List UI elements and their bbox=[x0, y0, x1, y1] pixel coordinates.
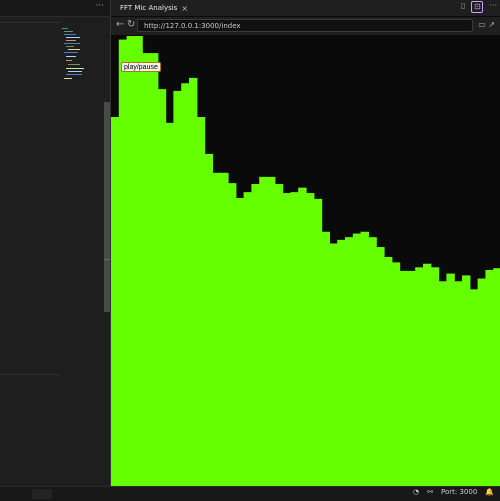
spectrum-bar bbox=[469, 289, 479, 486]
spectrum-bar bbox=[267, 176, 276, 486]
more-actions-icon[interactable]: ··· bbox=[95, 1, 104, 11]
spectrum-bar bbox=[415, 267, 424, 486]
spectrum-bar bbox=[243, 192, 252, 486]
spectrum-bar bbox=[290, 192, 299, 486]
spectrum-bar bbox=[189, 77, 198, 486]
spectrum-bar bbox=[446, 273, 455, 486]
ports-icon: ⚯ bbox=[427, 488, 433, 496]
device-icon[interactable]: ▭ bbox=[478, 20, 486, 29]
editor-header: ··· bbox=[0, 0, 110, 17]
close-icon[interactable]: × bbox=[181, 4, 188, 13]
spectrum-bar bbox=[337, 239, 346, 486]
spectrum-bar bbox=[321, 231, 330, 486]
spectrum-bar bbox=[118, 39, 128, 486]
open-external-icon[interactable]: ↗ bbox=[488, 20, 495, 29]
spectrum-bar bbox=[181, 83, 190, 486]
spectrum-bar bbox=[228, 183, 237, 486]
spectrum-bar bbox=[142, 53, 151, 486]
spectrum-bar bbox=[430, 267, 440, 486]
status-item[interactable] bbox=[32, 489, 52, 499]
spectrum-bar bbox=[150, 53, 159, 486]
tab-title: FFT Mic Analysis bbox=[120, 4, 178, 12]
tab-bar: FFT Mic Analysis × ▯ ⊡ ··· bbox=[111, 0, 500, 16]
more-actions-icon[interactable]: ··· bbox=[489, 1, 497, 13]
spectrum-bar bbox=[220, 172, 229, 486]
refresh-icon[interactable]: ↻ bbox=[127, 19, 135, 30]
divider bbox=[0, 22, 60, 23]
play-pause-button[interactable]: play/pause bbox=[121, 62, 161, 72]
status-bar: ◔ ⚯ Port: 3000 🔔 bbox=[0, 486, 500, 501]
spectrum-bar bbox=[235, 198, 245, 486]
lock-icon[interactable]: ⊡ bbox=[471, 1, 484, 13]
back-arrow-icon[interactable]: ← bbox=[116, 19, 124, 30]
url-input[interactable]: http://127.0.0.1:3000/index bbox=[137, 19, 473, 32]
copilot-icon[interactable]: ◔ bbox=[413, 488, 419, 496]
spectrum-bar bbox=[251, 184, 260, 486]
spectrum-bar bbox=[212, 172, 221, 486]
spectrum-bar bbox=[204, 153, 213, 486]
spectrum-bar bbox=[360, 231, 369, 486]
spectrum-bar bbox=[407, 270, 416, 486]
spectrum-bar bbox=[259, 176, 268, 486]
spectrum-bar bbox=[423, 263, 432, 486]
spectrum-bar bbox=[165, 122, 174, 486]
bell-icon[interactable]: 🔔 bbox=[485, 488, 494, 496]
spectrum-bar bbox=[493, 268, 500, 486]
spectrum-bar bbox=[462, 275, 471, 486]
editor-pane: ··· bbox=[0, 0, 110, 486]
spectrum-bar bbox=[126, 36, 135, 486]
spectrum-visualizer bbox=[111, 36, 500, 486]
port-status[interactable]: Port: 3000 bbox=[441, 488, 477, 496]
spectrum-bar bbox=[485, 270, 494, 486]
spectrum-bar bbox=[345, 237, 354, 486]
spectrum-bar bbox=[477, 278, 486, 486]
spectrum-bar bbox=[196, 117, 206, 486]
spectrum-bar bbox=[298, 187, 307, 486]
tab-fft-mic-analysis[interactable]: FFT Mic Analysis × bbox=[114, 0, 194, 16]
spectrum-bar bbox=[352, 233, 362, 486]
spectrum-bar bbox=[399, 270, 408, 486]
address-bar: ← ↻ http://127.0.0.1:3000/index ▭ ↗ bbox=[111, 17, 500, 35]
spectrum-bar bbox=[384, 256, 393, 486]
spectrum-bar bbox=[391, 262, 401, 486]
spectrum-bar bbox=[368, 237, 377, 486]
spectrum-bar bbox=[157, 89, 167, 486]
spectrum-bar bbox=[306, 193, 315, 486]
spectrum-bar bbox=[134, 36, 143, 486]
page-viewport: play/pause bbox=[111, 36, 500, 486]
spectrum-bar bbox=[282, 193, 291, 486]
spectrum-bar bbox=[173, 90, 182, 486]
simple-browser-pane: FFT Mic Analysis × ▯ ⊡ ··· ← ↻ http://12… bbox=[110, 0, 500, 486]
spectrum-bar bbox=[313, 198, 323, 486]
spectrum-bar bbox=[274, 184, 284, 486]
spectrum-bar bbox=[454, 281, 463, 486]
minimap[interactable] bbox=[60, 26, 86, 86]
divider bbox=[0, 374, 60, 375]
spectrum-bar bbox=[111, 117, 120, 486]
spectrum-bar bbox=[329, 243, 338, 486]
spectrum-bar bbox=[376, 247, 385, 486]
spectrum-bar bbox=[438, 281, 447, 486]
split-editor-icon[interactable]: ▯ bbox=[461, 1, 465, 13]
